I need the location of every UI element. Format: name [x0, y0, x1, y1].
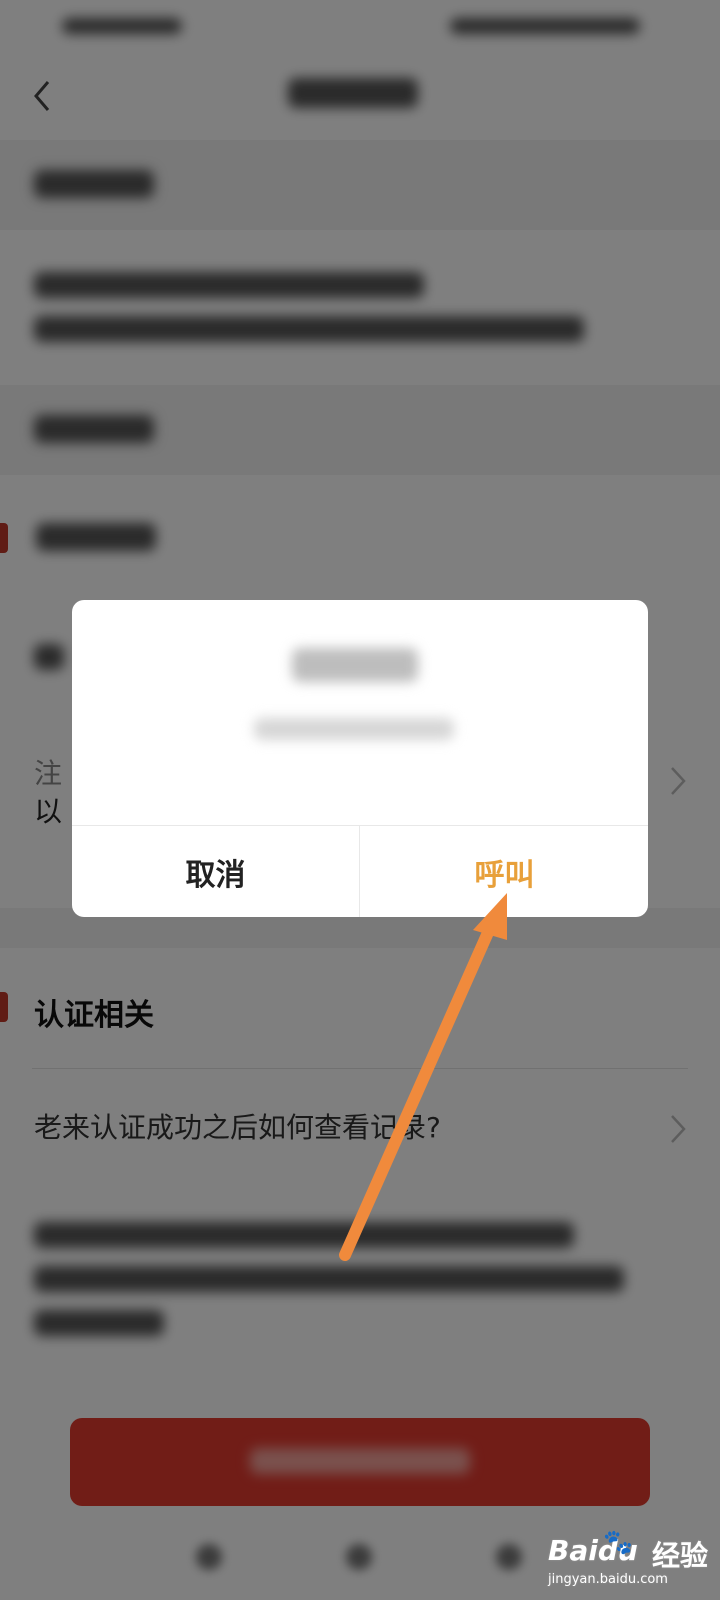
paw-icon: 🐾	[603, 1528, 633, 1556]
button-divider	[359, 826, 360, 917]
dialog-actions: 取消 呼叫	[72, 825, 648, 917]
call-dialog: 取消 呼叫	[72, 600, 648, 917]
baidu-jingyan-watermark: Baidu 🐾 经验 jingyan.baidu.com	[548, 1528, 718, 1598]
watermark-brand-cn: 经验	[652, 1539, 709, 1572]
dialog-phone-number	[254, 718, 454, 740]
cancel-button[interactable]: 取消	[72, 826, 359, 917]
watermark-url: jingyan.baidu.com	[548, 1572, 668, 1587]
dialog-title	[292, 648, 418, 682]
call-button[interactable]: 呼叫	[361, 826, 648, 917]
dialog-body	[72, 600, 648, 825]
